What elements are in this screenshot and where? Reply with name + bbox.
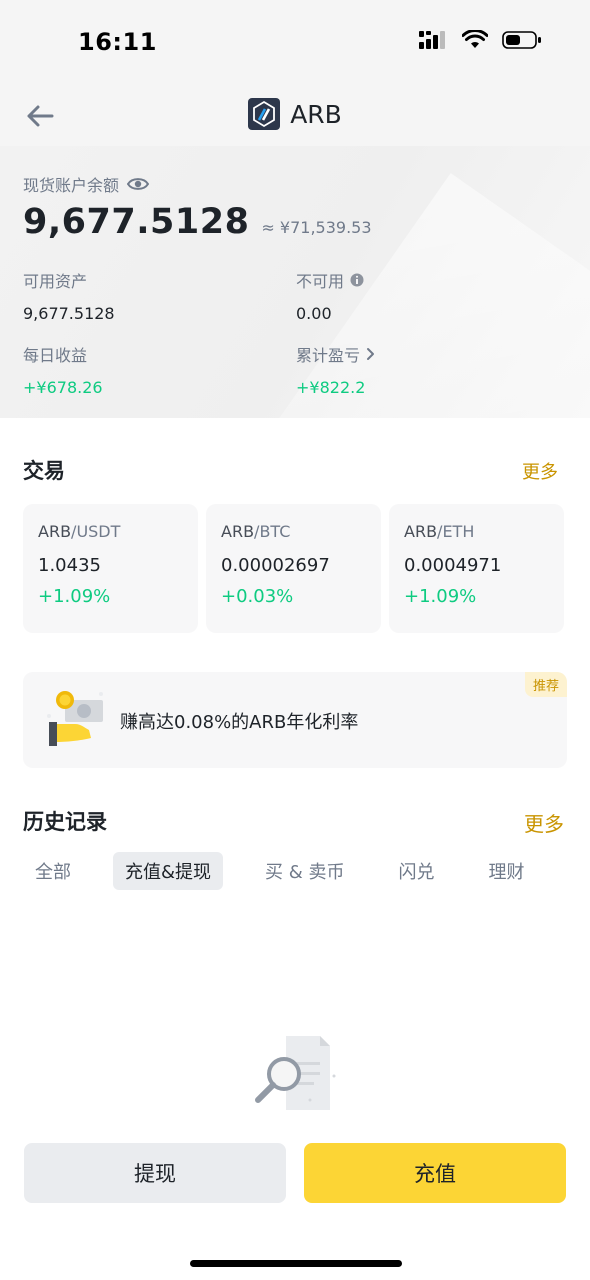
cumulative-pnl-label-row[interactable]: 累计盈亏 <box>296 342 376 366</box>
deposit-button[interactable]: 充值 <box>304 1143 566 1203</box>
pair-card-arb-btc[interactable]: ARB/BTC 0.00002697 +0.03% <box>206 504 381 633</box>
history-section-title: 历史记录 <box>23 810 107 834</box>
balance-main-row: 9,677.5128 ≈ ¥71,539.53 <box>23 202 372 242</box>
pair-change: +0.03% <box>221 586 294 607</box>
daily-pnl-stat: 每日收益 +¥678.26 <box>23 342 103 397</box>
available-value: 9,677.5128 <box>23 304 115 323</box>
pair-price: 0.00002697 <box>221 555 330 576</box>
earn-promo-banner[interactable]: 赚高达0.08%的ARB年化利率 推荐 <box>23 672 567 768</box>
unavailable-label-row: 不可用 <box>296 268 364 292</box>
wifi-icon <box>462 30 488 48</box>
earn-coin-hand-icon <box>45 688 107 752</box>
pair-card-arb-eth[interactable]: ARB/ETH 0.0004971 +1.09% <box>389 504 564 633</box>
page-title: ARB <box>290 99 342 129</box>
history-more-link[interactable]: 更多 <box>524 808 564 837</box>
battery-icon <box>502 31 541 49</box>
bottom-actions: 提现 充值 <box>24 1143 566 1203</box>
empty-state-search-icon <box>250 1032 340 1118</box>
signal-icon <box>419 31 445 49</box>
pair-card-arb-usdt[interactable]: ARB/USDT 1.0435 +1.09% <box>23 504 198 633</box>
status-time: 16:11 <box>78 28 157 56</box>
status-bar: 16:11 <box>0 0 590 88</box>
recommended-badge: 推荐 <box>524 672 567 697</box>
balance-fiat: ≈ ¥71,539.53 <box>261 218 372 237</box>
balance-amount: 9,677.5128 <box>23 202 250 242</box>
pair-price: 0.0004971 <box>404 555 502 576</box>
promo-text: 赚高达0.08%的ARB年化利率 <box>120 712 359 733</box>
balance-label: 现货账户余额 <box>23 176 120 195</box>
pair-change: +1.09% <box>38 586 111 607</box>
balance-label-row: 现货账户余额 <box>23 172 150 196</box>
pair-price: 1.0435 <box>38 555 101 576</box>
tab-buy-sell[interactable]: 买 & 卖币 <box>253 852 356 890</box>
status-icons <box>418 30 542 50</box>
available-stat: 可用资产 9,677.5128 <box>23 268 115 323</box>
pair-name: ARB/BTC <box>221 522 291 541</box>
unavailable-stat: 不可用 0.00 <box>296 268 364 323</box>
cumulative-pnl-stat[interactable]: 累计盈亏 +¥822.2 <box>296 342 376 397</box>
tab-all[interactable]: 全部 <box>23 852 83 890</box>
info-icon[interactable] <box>350 273 364 287</box>
withdraw-button[interactable]: 提现 <box>24 1143 286 1203</box>
unavailable-value: 0.00 <box>296 304 332 323</box>
cumulative-pnl-value: +¥822.2 <box>296 378 366 397</box>
cumulative-pnl-label: 累计盈亏 <box>296 346 361 365</box>
eye-icon[interactable] <box>127 176 150 192</box>
arb-logo-icon <box>248 98 281 130</box>
nav-title-group: ARB <box>0 98 590 130</box>
tab-earn[interactable]: 理财 <box>477 852 537 890</box>
balance-card: 现货账户余额 9,677.5128 ≈ ¥71,539.53 可用资产 9,67… <box>0 146 590 418</box>
tab-convert[interactable]: 闪兑 <box>387 852 447 890</box>
trade-more-link[interactable]: 更多 <box>522 458 558 484</box>
nav-bar: ARB <box>0 88 590 146</box>
unavailable-label: 不可用 <box>296 272 345 291</box>
pair-change: +1.09% <box>404 586 477 607</box>
pair-name: ARB/ETH <box>404 522 475 541</box>
trade-section-title: 交易 <box>23 459 65 483</box>
pair-name: ARB/USDT <box>38 522 121 541</box>
history-tabs: 全部 充值&提现 买 & 卖币 闪兑 理财 <box>23 852 568 890</box>
daily-pnl-label: 每日收益 <box>23 346 88 365</box>
available-label: 可用资产 <box>23 272 88 291</box>
chevron-right-icon <box>367 348 375 360</box>
home-indicator <box>190 1260 402 1267</box>
daily-pnl-value: +¥678.26 <box>23 378 103 397</box>
tab-deposit-withdraw[interactable]: 充值&提现 <box>113 852 224 890</box>
